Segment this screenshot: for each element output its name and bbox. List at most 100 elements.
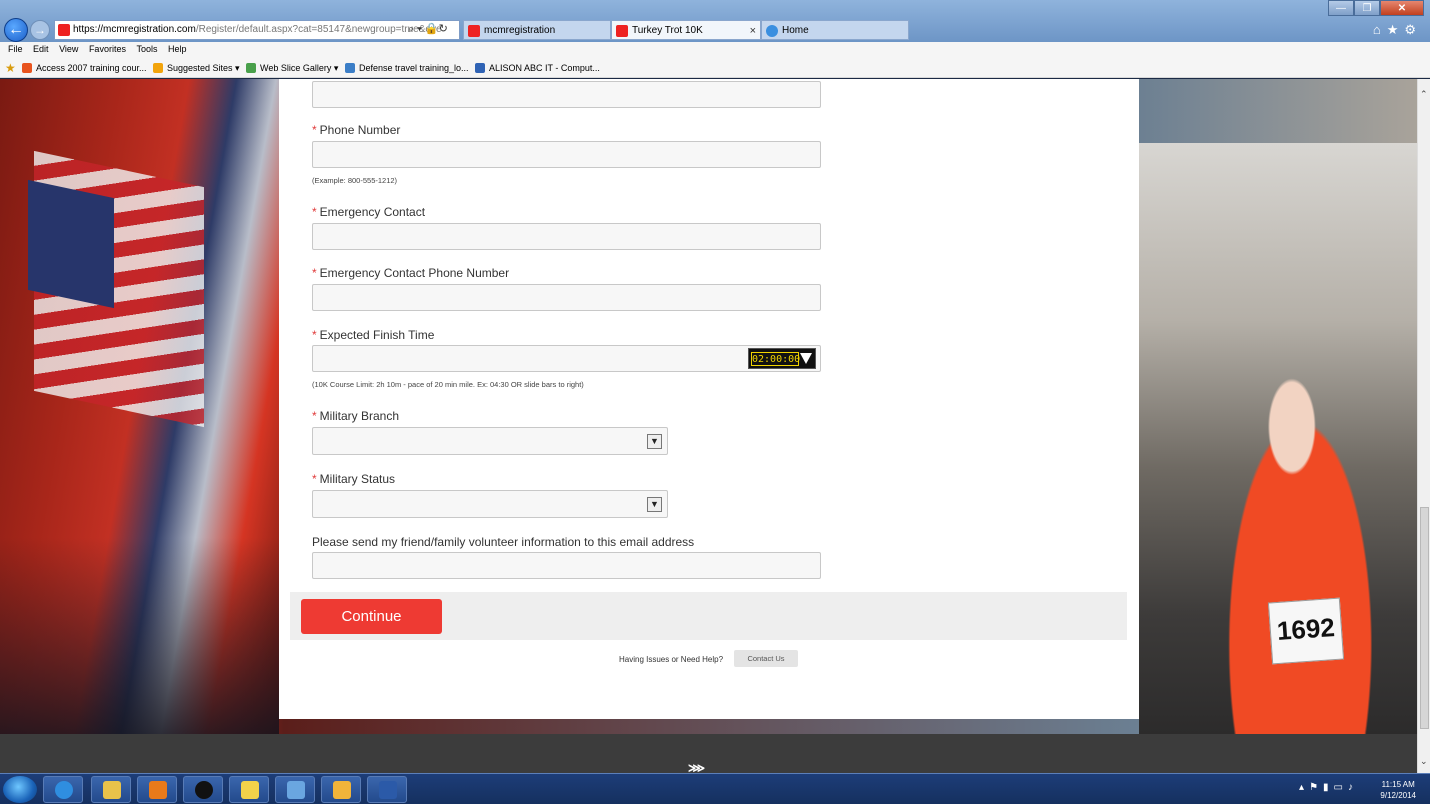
help-text: Having Issues or Need Help? [619, 655, 724, 664]
tab-close-icon[interactable]: × [750, 21, 756, 39]
menu-file[interactable]: File [8, 42, 23, 56]
required-marker: * [312, 328, 317, 342]
chevron-down-icon[interactable]: ▼ [647, 434, 662, 449]
menu-favorites[interactable]: Favorites [89, 42, 126, 56]
refresh-icon[interactable]: ↻ [439, 23, 448, 35]
favorite-label: ALISON ABC IT - Comput... [489, 63, 600, 73]
taskbar-ie[interactable] [43, 776, 83, 803]
emergency-contact-label: * Emergency Contact [312, 205, 425, 219]
taskbar-outlook[interactable] [321, 776, 361, 803]
emergency-phone-input[interactable] [312, 284, 821, 311]
finish-time-hint: (10K Course Limit: 2h 10m - pace of 20 m… [312, 380, 584, 389]
taskbar-explorer[interactable] [91, 776, 131, 803]
taskbar-clock[interactable]: 11:15 AM 9/12/2014 [1380, 779, 1416, 801]
menu-tools[interactable]: Tools [136, 42, 157, 56]
menu-edit[interactable]: Edit [33, 42, 49, 56]
web-slice-icon [246, 63, 256, 73]
required-marker: * [312, 409, 317, 423]
close-window-icon[interactable]: ✕ [1380, 0, 1424, 16]
taskbar-hp[interactable] [183, 776, 223, 803]
page-scrollbar[interactable]: ⌃ ⌄ [1417, 79, 1430, 773]
required-marker: * [312, 123, 317, 137]
favorite-link[interactable]: Access 2007 training cour... [22, 58, 147, 78]
ie-icon [55, 781, 73, 799]
taskbar-notes[interactable] [229, 776, 269, 803]
favorites-star-icon[interactable]: ★ [5, 58, 16, 78]
outlook-icon [333, 781, 351, 799]
favorite-link[interactable]: Suggested Sites ▾ [153, 58, 240, 78]
phone-label-text: Phone Number [319, 123, 401, 137]
dropdown-icon[interactable]: ▾ [417, 23, 422, 35]
back-button[interactable]: ← [4, 18, 28, 42]
network-icon[interactable]: ▭ [1334, 782, 1348, 793]
scroll-up-icon[interactable]: ⌃ [1420, 89, 1428, 100]
volume-icon[interactable]: ♪ [1348, 782, 1358, 793]
background-photo-color-guard [0, 79, 279, 734]
footer-logo-icon: ⋙ [688, 761, 705, 773]
phone-hint: (Example: 800-555-1212) [312, 176, 398, 185]
tab-label: Home [782, 25, 809, 36]
tab-mcmregistration[interactable]: mcmregistration [463, 20, 611, 40]
favorite-link[interactable]: Web Slice Gallery ▾ [246, 58, 338, 78]
tab-turkey-trot[interactable]: Turkey Trot 10K × [611, 20, 761, 40]
continue-button[interactable]: Continue [301, 599, 442, 634]
scroll-thumb[interactable] [1420, 507, 1429, 729]
favorite-label: Access 2007 training cour... [36, 63, 147, 73]
volunteer-email-input[interactable] [312, 552, 821, 579]
contact-us-button[interactable]: Contact Us [734, 650, 798, 667]
menu-help[interactable]: Help [168, 42, 187, 56]
address-bar[interactable]: https://mcmregistration.com/Register/def… [54, 20, 460, 40]
url-host: https://mcmregistration.com [73, 24, 196, 35]
taskbar-word[interactable] [367, 776, 407, 803]
time-picker-dropdown-icon[interactable] [800, 353, 812, 364]
required-marker: * [312, 266, 317, 280]
favorites-bar: ★ Access 2007 training cour... Suggested… [0, 58, 1430, 78]
previous-field-input[interactable] [312, 81, 821, 108]
start-button[interactable] [3, 776, 37, 803]
menu-view[interactable]: View [59, 42, 78, 56]
menu-bar: File Edit View Favorites Tools Help [0, 42, 1430, 58]
clock-date: 9/12/2014 [1380, 791, 1416, 800]
maximize-icon[interactable]: ❐ [1354, 0, 1380, 16]
tab-home[interactable]: Home [761, 20, 909, 40]
url-path: /Register/default.aspx?cat=85147&newgrou… [195, 24, 442, 35]
continue-bar: Continue [290, 592, 1127, 640]
chevron-down-icon[interactable]: ▼ [647, 497, 662, 512]
military-status-label: * Military Status [312, 472, 395, 486]
phone-input[interactable] [312, 141, 821, 168]
favorite-link[interactable]: Defense travel training_lo... [345, 58, 469, 78]
lock-icon[interactable]: 🔒 [425, 23, 439, 35]
home-icon[interactable]: ⌂ [1373, 22, 1387, 37]
finish-time-label-text: Expected Finish Time [319, 328, 435, 342]
scroll-down-icon[interactable]: ⌄ [1420, 756, 1428, 767]
taskbar-window[interactable] [275, 776, 315, 803]
ie-page-icon [345, 63, 355, 73]
military-branch-label: * Military Branch [312, 409, 399, 423]
tab-label: Turkey Trot 10K [632, 25, 703, 36]
runner-bib: 1692 [1267, 597, 1345, 665]
time-picker[interactable]: 02:00:00 [748, 348, 816, 369]
search-icon[interactable]: ⌕ [408, 23, 414, 35]
tab-favicon-icon [616, 25, 628, 37]
flag-icon[interactable]: ⚑ [1309, 782, 1323, 793]
military-branch-select[interactable]: ▼ [312, 427, 668, 455]
tray-expand-icon[interactable]: ▴ [1299, 782, 1309, 793]
favorite-label: Defense travel training_lo... [359, 63, 469, 73]
emergency-phone-label-text: Emergency Contact Phone Number [319, 266, 510, 280]
favorite-link[interactable]: ALISON ABC IT - Comput... [475, 58, 600, 78]
military-branch-label-text: Military Branch [319, 409, 400, 423]
power-icon[interactable]: ▮ [1323, 782, 1334, 793]
tab-label: mcmregistration [484, 25, 556, 36]
military-status-select[interactable]: ▼ [312, 490, 668, 518]
phone-label: * Phone Number [312, 123, 400, 137]
emergency-contact-input[interactable] [312, 223, 821, 250]
gear-icon[interactable]: ⚙ [1404, 22, 1422, 37]
taskbar-media[interactable] [137, 776, 177, 803]
forward-button[interactable]: → [30, 20, 50, 40]
minimize-icon[interactable]: — [1328, 0, 1354, 16]
tab-favicon-icon [766, 25, 778, 37]
alison-icon [475, 63, 485, 73]
favorites-star-icon[interactable]: ★ [1387, 22, 1405, 37]
page-viewport: 1692 ⋙ * Phone Number (Example: 800-555-1… [0, 79, 1417, 773]
finish-time-input[interactable]: 02:00:00 [312, 345, 821, 372]
